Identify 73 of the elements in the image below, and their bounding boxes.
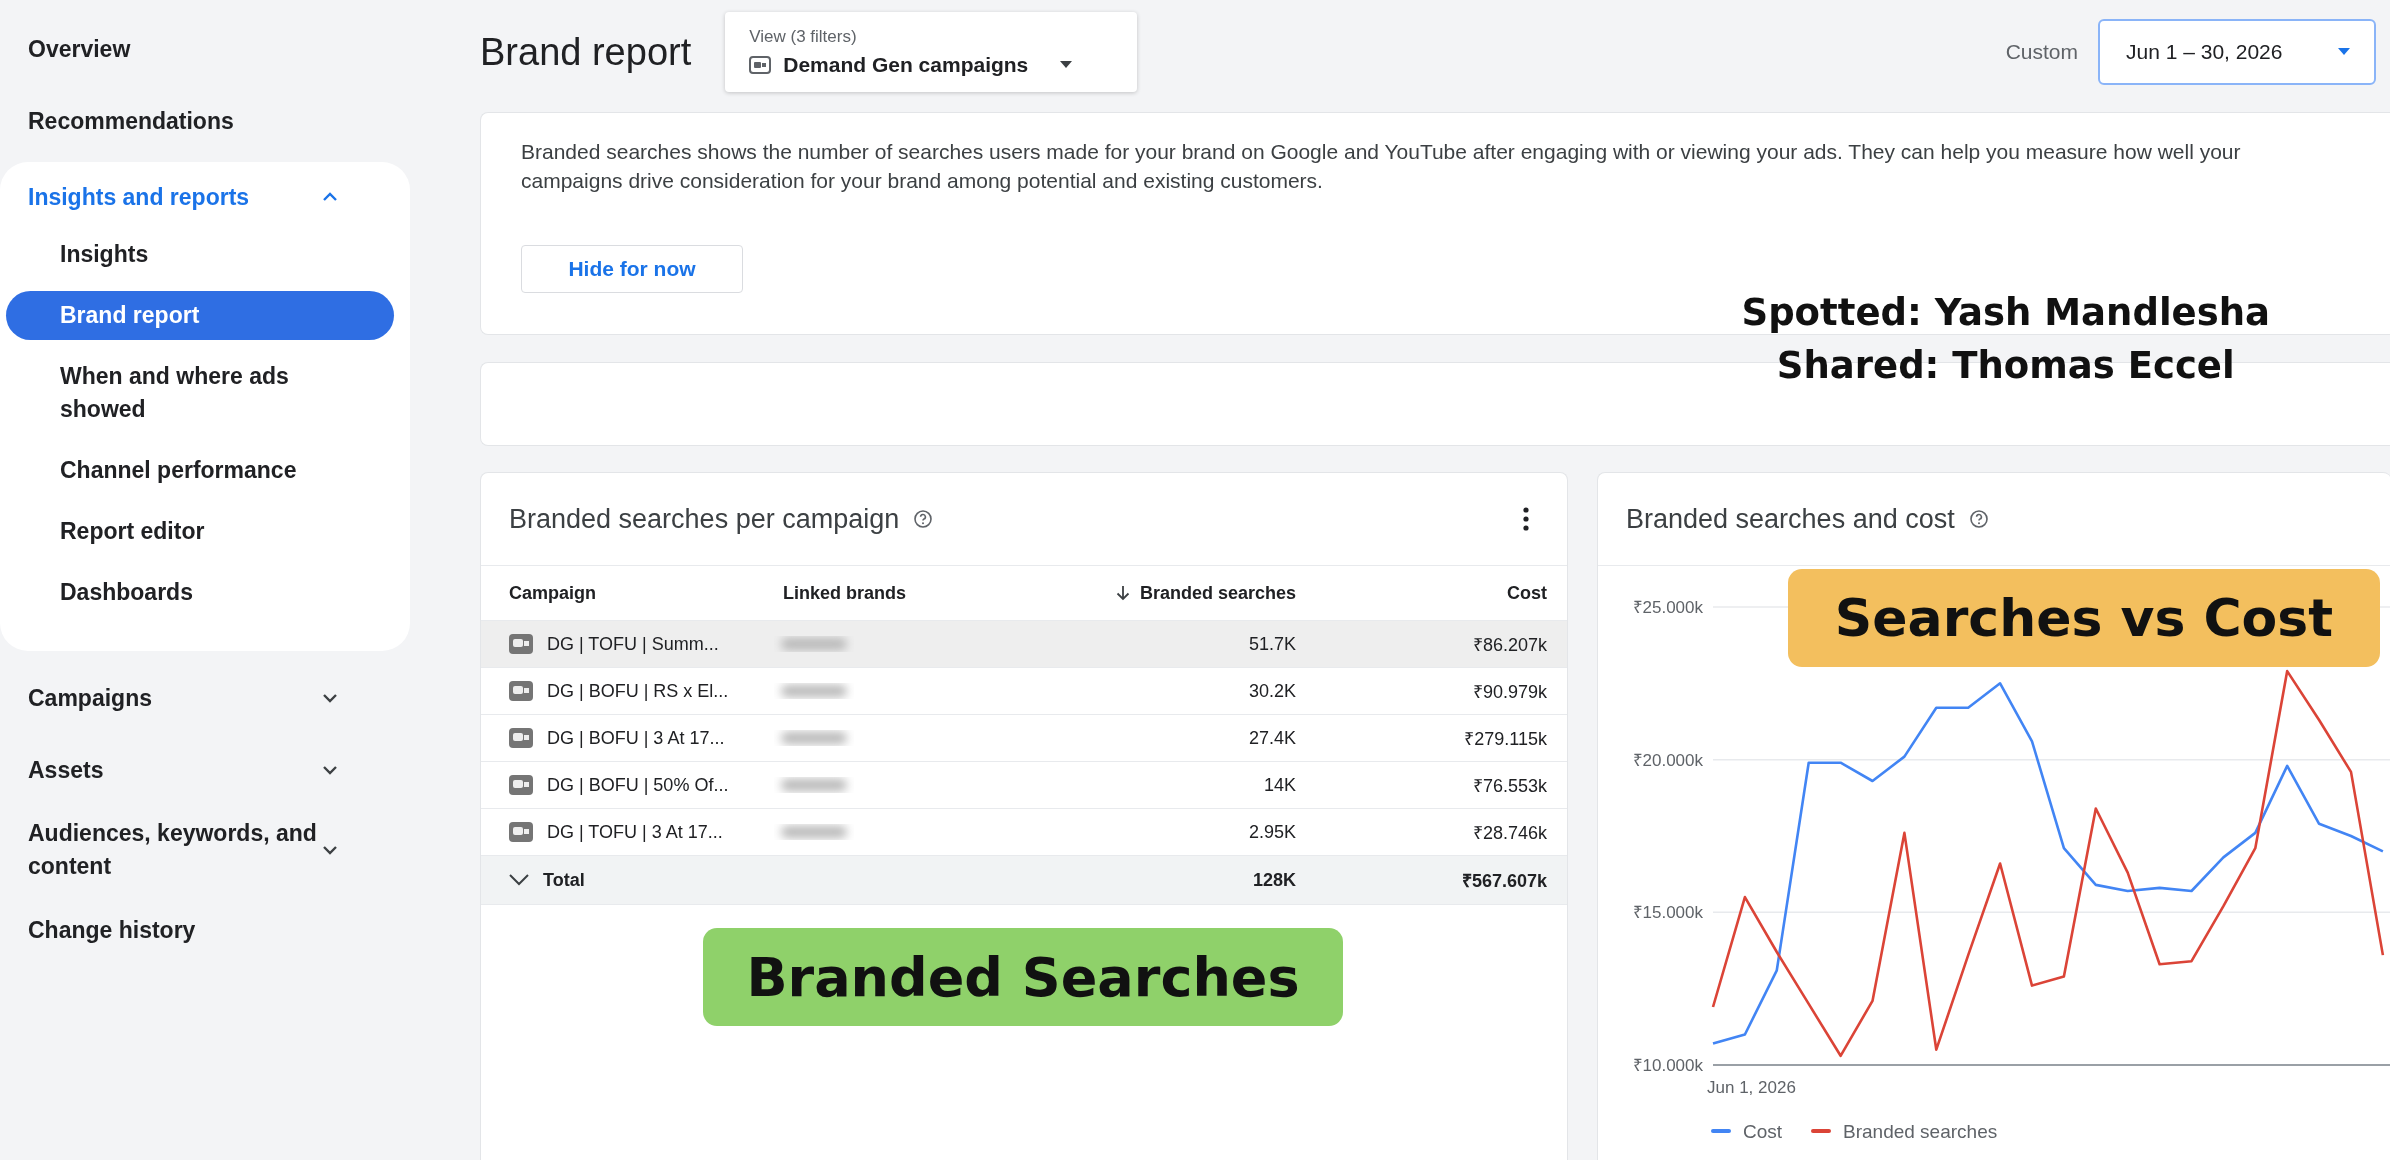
- table-row[interactable]: DG | BOFU | 50% Of... 14K ₹76.553k: [481, 762, 1567, 809]
- table-row[interactable]: DG | BOFU | RS x El... 30.2K ₹90.979k: [481, 668, 1567, 715]
- table-cell: DG | BOFU | 50% Of...: [547, 774, 729, 796]
- nav-item[interactable]: Assets: [0, 745, 410, 795]
- table-cell-text: 51.7K: [1247, 633, 1296, 655]
- table-cell-text: 30.2K: [1247, 680, 1296, 702]
- dropdown-arrow-icon: [1060, 61, 1073, 69]
- nav-item[interactable]: Change history: [0, 905, 410, 955]
- nav-item[interactable]: Insights: [6, 230, 394, 279]
- credit-caption: Shared: Thomas Eccel: [1776, 344, 2235, 387]
- table-cell-text: ₹567.607k: [1460, 870, 1547, 892]
- column-header[interactable]: Linked brands: [783, 582, 1023, 604]
- table-row[interactable]: DG | BOFU | 3 At 17... 27.4K ₹279.115k: [481, 715, 1567, 762]
- table-cell-text: 14K: [1262, 774, 1296, 796]
- table-cell: DG | TOFU | 3 At 17...: [547, 821, 723, 843]
- credit-caption: Spotted: Yash Mandlesha: [1741, 291, 2270, 334]
- view-dropdown[interactable]: View (3 filters) Demand Gen campaigns: [725, 12, 1138, 92]
- y-axis-label: ₹25.000k: [1632, 598, 1703, 617]
- table-cell-text: ₹90.979k: [1471, 681, 1547, 703]
- table-cell-text: 128K: [1251, 869, 1296, 891]
- campaign-icon: [749, 56, 772, 74]
- nav-item[interactable]: Recommendations: [0, 96, 410, 146]
- table-cell-text: ₹76.553k: [1471, 775, 1547, 797]
- help-icon[interactable]: [913, 509, 934, 529]
- table-cell: Total: [543, 869, 585, 891]
- campaign-icon: [509, 728, 533, 748]
- table-cell-text: ₹28.746k: [1471, 822, 1547, 844]
- legend-label: Branded searches: [1843, 1121, 1998, 1142]
- hide-for-now-button[interactable]: Hide for now: [521, 245, 743, 293]
- date-range-label: Custom: [2005, 40, 2078, 64]
- table-cell-text: ₹86.207k: [1471, 634, 1547, 656]
- sort-down-arrow-icon: [1115, 585, 1130, 601]
- chevron-down-icon[interactable]: [509, 874, 529, 886]
- y-axis-label: ₹20.000k: [1632, 750, 1703, 770]
- table-cell: DG | BOFU | RS x El...: [547, 680, 729, 702]
- overlay-label: Branded Searches: [703, 928, 1343, 1026]
- y-axis-label: ₹15.000k: [1632, 903, 1703, 923]
- nav-item[interactable]: Report editor: [6, 507, 394, 556]
- help-icon[interactable]: [1968, 509, 1989, 529]
- overlay-label: Searches vs Cost: [1788, 569, 2380, 667]
- table-cell-text: 2.95K: [1247, 821, 1296, 843]
- nav-item[interactable]: Channel performance: [6, 446, 394, 495]
- nav-item[interactable]: When and where ads showed: [6, 352, 394, 434]
- campaign-icon: [509, 822, 533, 842]
- campaign-icon: [509, 634, 533, 654]
- x-axis-label: Jun 1, 2026: [1707, 1078, 1796, 1097]
- nav-item[interactable]: Brand report: [6, 291, 394, 340]
- column-header[interactable]: Cost: [1296, 582, 1547, 604]
- table-cell-text: 27.4K: [1247, 727, 1296, 749]
- column-header[interactable]: Campaign: [509, 582, 783, 604]
- dropdown-arrow-icon: [2338, 48, 2350, 56]
- card-title: Branded searches per campaign: [509, 503, 900, 535]
- table-row[interactable]: DG | TOFU | Summ... 51.7K ₹86.207k: [481, 621, 1567, 668]
- nav-item[interactable]: Audiences, keywords, and content: [0, 817, 410, 883]
- page-title: Brand report: [480, 30, 692, 74]
- more-options-icon[interactable]: [1523, 507, 1529, 531]
- table-cell: DG | BOFU | 3 At 17...: [547, 727, 725, 749]
- legend-item: Cost: [1711, 1121, 1783, 1142]
- campaign-icon: [509, 681, 533, 701]
- table-cell-text: ₹279.115k: [1463, 728, 1547, 750]
- column-header[interactable]: Branded searches: [1023, 582, 1296, 604]
- banner-text: Branded searches shows the number of searches users made for your brand on Google and YouTube after engaging with or viewing your ads. They can help you measure how well your campaigns drive consideration for your brand among potential and existing customers.: [521, 139, 2241, 194]
- card-title: Branded searches and cost: [1626, 503, 1955, 535]
- nav-item[interactable]: Campaigns: [0, 673, 410, 723]
- table-cell: DG | TOFU | Summ...: [547, 633, 719, 655]
- nav-item[interactable]: Dashboards: [6, 568, 394, 617]
- legend-label: Cost: [1743, 1121, 1783, 1142]
- legend-item: Branded searches: [1811, 1121, 1998, 1142]
- y-axis-label: ₹10.000k: [1632, 1056, 1703, 1075]
- date-range-picker[interactable]: Jun 1 – 30, 2026: [2098, 19, 2376, 85]
- nav-item[interactable]: Overview: [0, 24, 410, 74]
- campaign-icon: [509, 775, 533, 795]
- nav-item[interactable]: Insights and reports: [0, 172, 410, 222]
